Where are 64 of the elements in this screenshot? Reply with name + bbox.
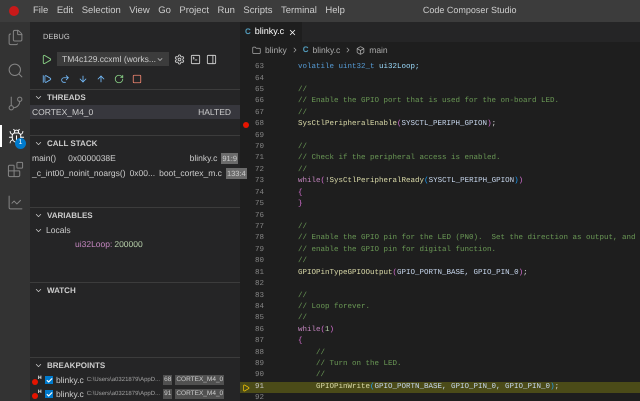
breadcrumb-item[interactable]: blinky bbox=[265, 44, 287, 56]
step-over-icon[interactable] bbox=[60, 74, 70, 84]
checkbox[interactable] bbox=[45, 376, 53, 384]
settings-icon[interactable] bbox=[174, 54, 185, 64]
branch-icon bbox=[6, 94, 24, 112]
terminal-icon[interactable] bbox=[190, 54, 201, 64]
window-title: Code Composer Studio bbox=[422, 4, 516, 18]
c-file-icon: C bbox=[302, 44, 309, 56]
chevron-icon bbox=[34, 286, 43, 295]
c-file-icon: C bbox=[245, 26, 251, 38]
step-out-icon[interactable] bbox=[96, 74, 106, 84]
frame-function[interactable]: _c_int00_noinit_noargs() bbox=[32, 167, 126, 180]
frame-address: 0x0000038E bbox=[68, 152, 116, 165]
frame-address: 0x00... bbox=[130, 167, 156, 180]
panel-icon[interactable] bbox=[206, 54, 217, 64]
thread-name: CORTEX_M4_0 bbox=[32, 106, 94, 118]
menu-item[interactable]: Terminal bbox=[280, 4, 317, 18]
search-icon bbox=[6, 62, 24, 78]
step-into-icon[interactable] bbox=[78, 74, 88, 84]
frame-file: blinky.c bbox=[190, 152, 218, 165]
chart-icon bbox=[6, 194, 24, 210]
menu-item[interactable]: Edit bbox=[56, 4, 74, 18]
thread-row[interactable]: CORTEX_M4_0 HALTED bbox=[30, 105, 240, 119]
configuration-dropdown[interactable]: TM4c129.ccxml (works... bbox=[57, 52, 169, 66]
chevron-icon bbox=[34, 93, 43, 102]
section-header[interactable]: WATCH bbox=[30, 283, 240, 298]
menu-item[interactable]: Help bbox=[325, 4, 345, 18]
folder-icon bbox=[252, 46, 261, 54]
files-icon bbox=[6, 28, 24, 46]
variable-value: 200000 bbox=[114, 238, 143, 250]
blocks-icon bbox=[6, 160, 24, 178]
section-header[interactable]: CALL STACK bbox=[30, 136, 240, 151]
current-line-icon bbox=[242, 384, 250, 392]
chevron-icon bbox=[34, 361, 43, 370]
checkbox[interactable] bbox=[45, 390, 53, 398]
start-debug-icon[interactable] bbox=[41, 54, 52, 64]
stop-icon[interactable] bbox=[132, 74, 142, 84]
menu-item[interactable]: Selection bbox=[82, 4, 121, 18]
debug-icon bbox=[8, 128, 24, 144]
section-header[interactable]: THREADS bbox=[30, 90, 240, 105]
symbol-icon bbox=[356, 46, 366, 54]
menu-item[interactable]: Go bbox=[158, 4, 171, 18]
breakpoint-file: blinky.c bbox=[56, 388, 84, 400]
frame-function[interactable]: main() bbox=[32, 152, 56, 165]
menu-item[interactable]: File bbox=[33, 4, 48, 18]
menu-item[interactable]: View bbox=[129, 4, 150, 18]
continue-icon[interactable] bbox=[42, 74, 52, 84]
breadcrumb-item[interactable]: main bbox=[369, 44, 388, 56]
frame-file: boot_cortex_m.c bbox=[159, 167, 222, 180]
close-icon[interactable] bbox=[288, 28, 298, 36]
editor-tab[interactable]: C blinky.c bbox=[240, 22, 302, 42]
restart-icon[interactable] bbox=[114, 74, 124, 84]
menu-item[interactable]: Run bbox=[217, 4, 235, 18]
menu-item[interactable]: Scripts bbox=[243, 4, 272, 18]
scope-row[interactable]: Locals bbox=[30, 223, 75, 237]
thread-state: HALTED bbox=[198, 106, 231, 118]
breadcrumb-item[interactable]: blinky.c bbox=[312, 44, 340, 56]
variable-name: ui32Loop: bbox=[75, 238, 112, 250]
app-logo-icon bbox=[9, 6, 19, 16]
section-header[interactable]: VARIABLES bbox=[30, 208, 240, 223]
breakpoint-file: blinky.c bbox=[56, 374, 84, 386]
menu-item[interactable]: Project bbox=[179, 4, 209, 18]
section-header[interactable]: BREAKPOINTS bbox=[30, 358, 240, 373]
chevron-icon bbox=[34, 139, 43, 148]
